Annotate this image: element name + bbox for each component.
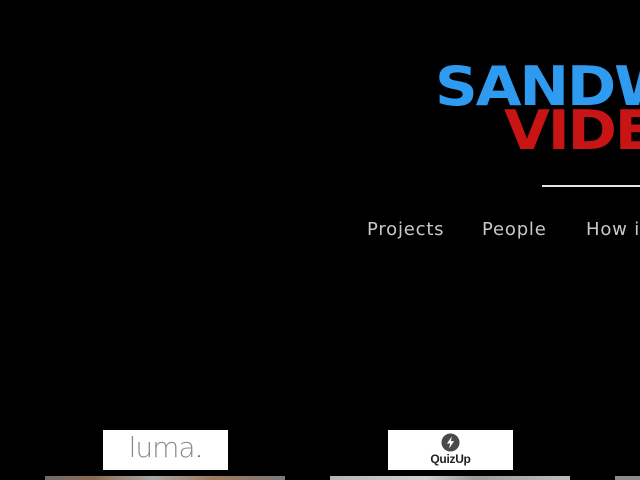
header-divider [542,185,640,187]
project-thumbnail[interactable] [330,476,570,480]
logo-line-video: VIDEO [504,99,640,158]
client-logo-quizup[interactable]: QuizUp [388,430,513,470]
quizup-logo-text: QuizUp [430,452,471,466]
nav-link-how-it-works[interactable]: How it works [586,218,640,242]
main-nav: Projects People How it works [367,218,640,244]
project-thumbnail[interactable] [615,476,640,480]
client-logo-luma[interactable]: luma. [103,430,228,470]
lightning-bolt-icon [441,433,460,452]
site-logo[interactable]: SANDWICH VIDEO [434,58,640,158]
nav-link-projects[interactable]: Projects [367,218,444,242]
nav-link-people[interactable]: People [482,218,547,242]
project-thumbnail[interactable] [45,476,285,480]
luma-logo-text: luma. [128,431,204,464]
